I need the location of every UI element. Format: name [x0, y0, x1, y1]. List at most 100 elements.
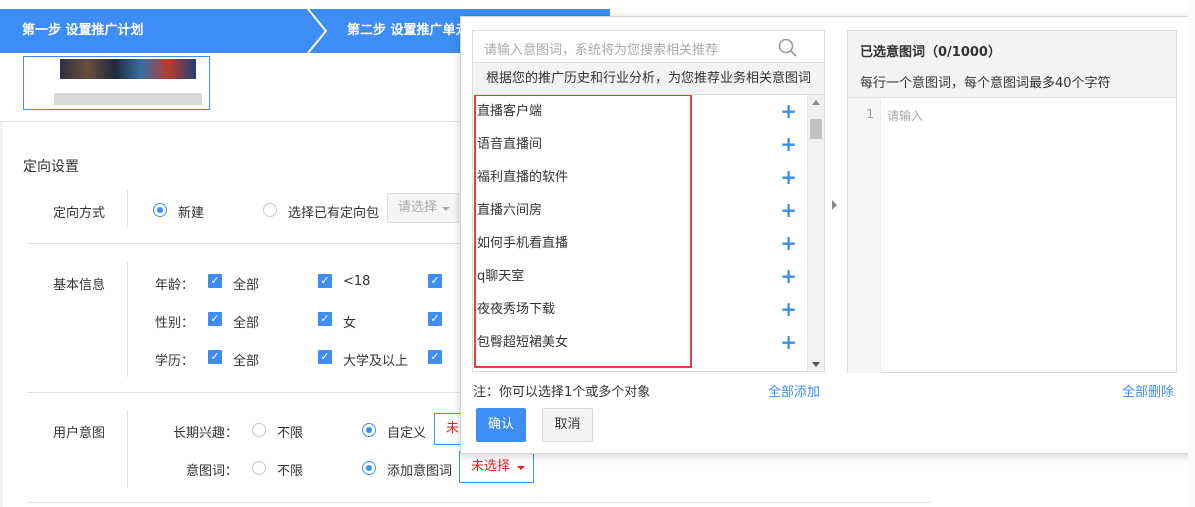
suggestion-item[interactable]: 夜夜秀场下载 + — [477, 293, 797, 326]
add-plus-icon[interactable]: + — [780, 161, 797, 194]
long-interest-custom-radio[interactable] — [362, 423, 376, 437]
keyword-select-value: 未选择 — [471, 459, 511, 474]
add-plus-icon[interactable]: + — [780, 194, 797, 227]
step-1: 第一步 设置推广计划 — [0, 9, 310, 53]
section-left-edge — [0, 122, 3, 507]
keyword-select[interactable]: 未选择 — [459, 451, 534, 483]
add-plus-icon[interactable]: + — [780, 260, 797, 293]
cancel-button[interactable]: 取消 — [542, 408, 593, 442]
keyword-unlimited-label: 不限 — [277, 464, 304, 479]
gender-male-checkbox[interactable]: ✓ — [428, 312, 442, 326]
suggestion-text: 夜夜秀场下载 — [477, 302, 556, 317]
keyword-add-label: 添加意图词 — [387, 464, 453, 479]
page-scroll-edge — [1188, 0, 1195, 507]
suggestion-item[interactable]: 语音直播间 + — [477, 128, 797, 161]
age-under18-label: <18 — [343, 274, 371, 289]
education-all-label: 全部 — [233, 354, 260, 369]
keyword-unlimited-radio[interactable] — [252, 461, 266, 475]
keyword-add-radio[interactable] — [362, 461, 376, 475]
long-interest-custom-label: 自定义 — [387, 426, 427, 441]
selected-panel: 已选意图词（0/1000） 每行一个意图词，每个意图词最多40个字符 1 请输入 — [847, 30, 1177, 373]
add-plus-icon[interactable]: + — [780, 128, 797, 161]
caret-down-icon — [517, 466, 525, 470]
add-plus-icon[interactable]: + — [780, 326, 797, 359]
gender-all-checkbox[interactable]: ✓ — [208, 312, 222, 326]
suggestion-text: 直播客户端 — [477, 104, 543, 119]
scroll-up-icon[interactable] — [812, 100, 820, 105]
package-select-value: 请选择 — [398, 200, 438, 215]
basic-info-label: 基本信息 — [53, 278, 106, 293]
education-label: 学历： — [155, 354, 195, 369]
section-title: 定向设置 — [23, 159, 79, 175]
creative-thumbnail[interactable] — [23, 56, 210, 110]
divider — [127, 410, 128, 488]
divider — [27, 392, 467, 393]
add-plus-icon[interactable]: + — [780, 293, 797, 326]
education-more-checkbox[interactable]: ✓ — [428, 350, 442, 364]
education-all-checkbox[interactable]: ✓ — [208, 350, 222, 364]
suggestion-item[interactable]: q聊天室 + — [477, 260, 797, 293]
age-under18-checkbox[interactable]: ✓ — [318, 274, 332, 288]
radio-existing-package[interactable] — [263, 203, 277, 217]
age-more-checkbox[interactable]: ✓ — [428, 274, 442, 288]
selected-rule: 每行一个意图词，每个意图词最多40个字符 — [860, 76, 1111, 91]
search-icon[interactable] — [778, 38, 798, 58]
suggestion-text: 如何手机看直播 — [477, 236, 569, 251]
keyword-textarea[interactable]: 请输入 — [887, 107, 923, 124]
step-chevron-icon — [307, 9, 328, 53]
transfer-arrow-icon[interactable] — [832, 200, 837, 210]
divider — [27, 243, 467, 244]
delete-all-link[interactable]: 全部删除 — [1122, 381, 1174, 400]
divider — [0, 121, 468, 122]
age-all-checkbox[interactable]: ✓ — [208, 274, 222, 288]
selection-note: 注：你可以选择1个或多个对象 — [473, 385, 651, 400]
suggestion-text: 福利直播的软件 — [477, 170, 569, 185]
suggestion-text: q聊天室 — [477, 269, 525, 284]
age-all-label: 全部 — [233, 278, 260, 293]
divider — [127, 262, 128, 377]
selected-count-title: 已选意图词（0/1000） — [860, 45, 1001, 60]
scrollbar-thumb[interactable] — [810, 119, 822, 139]
keyword-popup: 请输入意图词，系统将为您搜索相关推荐 根据您的推广历史和行业分析，为您推荐业务相… — [460, 16, 1195, 454]
thumbnail-image — [60, 59, 196, 79]
suggestion-text: 语音直播间 — [477, 137, 543, 152]
recommend-hint: 根据您的推广历史和行业分析，为您推荐业务相关意图词 — [472, 63, 825, 95]
divider — [127, 190, 128, 228]
age-label: 年龄： — [155, 278, 195, 293]
suggestion-text: 包臀超短裙美女 — [477, 335, 569, 350]
line-gutter: 1 — [848, 98, 881, 373]
gender-female-label: 女 — [343, 316, 357, 331]
add-plus-icon[interactable]: + — [780, 227, 797, 260]
gender-female-checkbox[interactable]: ✓ — [318, 312, 332, 326]
search-placeholder: 请输入意图词，系统将为您搜索相关推荐 — [484, 43, 719, 58]
keyword-search-input[interactable]: 请输入意图词，系统将为您搜索相关推荐 — [472, 30, 825, 63]
long-interest-unlimited-radio[interactable] — [252, 423, 266, 437]
gender-all-label: 全部 — [233, 316, 260, 331]
scroll-down-icon[interactable] — [812, 362, 820, 367]
suggestion-item[interactable]: 如何手机看直播 + — [477, 227, 797, 260]
education-college-checkbox[interactable]: ✓ — [318, 350, 332, 364]
suggestion-text: 直播六间房 — [477, 203, 543, 218]
user-intent-label: 用户意图 — [53, 426, 106, 441]
education-college-label: 大学及以上 — [343, 354, 409, 369]
list-scrollbar[interactable] — [807, 95, 824, 371]
caret-down-icon — [442, 207, 450, 211]
radio-existing-package-label: 选择已有定向包 — [288, 206, 380, 221]
suggestion-item[interactable]: 福利直播的软件 + — [477, 161, 797, 194]
add-all-link[interactable]: 全部添加 — [768, 381, 820, 400]
confirm-button[interactable]: 确认 — [476, 408, 526, 442]
line-number: 1 — [866, 107, 874, 121]
radio-new[interactable] — [153, 203, 167, 217]
suggestion-list: 直播客户端 + 语音直播间 + 福利直播的软件 + 直播六间房 + 如何手机看直… — [472, 95, 825, 372]
long-interest-select-value: 未 — [446, 421, 460, 436]
suggestion-item[interactable]: 直播客户端 + — [477, 95, 797, 128]
keyword-label: 意图词： — [186, 464, 239, 479]
divider — [27, 502, 932, 503]
long-interest-select[interactable]: 未 — [434, 413, 460, 445]
suggestion-item[interactable]: 直播六间房 + — [477, 194, 797, 227]
selected-header: 已选意图词（0/1000） 每行一个意图词，每个意图词最多40个字符 — [848, 31, 1176, 98]
gender-label: 性别： — [155, 316, 195, 331]
add-plus-icon[interactable]: + — [780, 95, 797, 128]
suggestion-item[interactable]: 包臀超短裙美女 + — [477, 326, 797, 359]
method-label: 定向方式 — [53, 206, 106, 221]
